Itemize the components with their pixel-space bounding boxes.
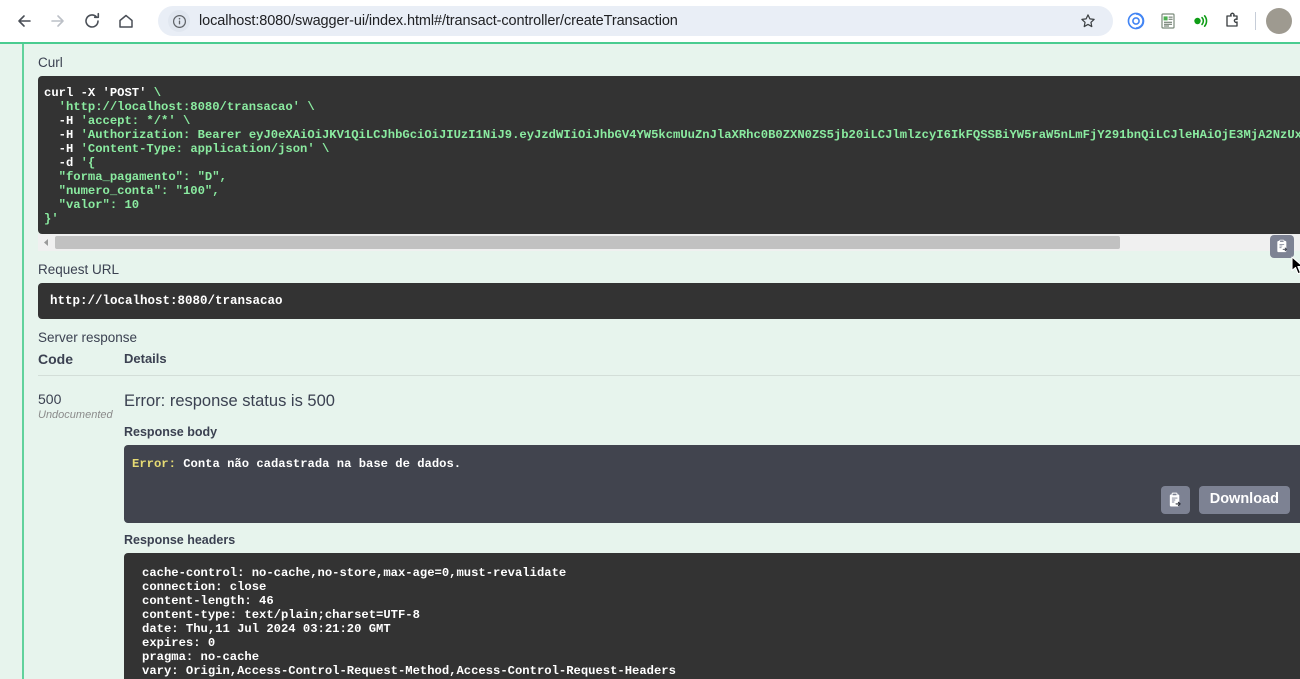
browser-toolbar: localhost:8080/swagger-ui/index.html#/tr… — [0, 0, 1300, 42]
avatar[interactable] — [1266, 8, 1292, 34]
response-body-text: Error: Conta não cadastrada na base de d… — [124, 457, 1300, 471]
forward-button[interactable] — [42, 5, 74, 37]
column-header-details: Details — [124, 351, 167, 366]
home-button[interactable] — [110, 5, 142, 37]
curl-horizontal-scrollbar[interactable] — [38, 234, 1300, 251]
error-message: Conta não cadastrada na base de dados. — [175, 457, 462, 471]
error-title: Error: response status is 500 — [124, 392, 335, 410]
scroll-left-arrow-icon[interactable] — [38, 234, 55, 251]
table-header-row: Code Details — [38, 351, 1300, 376]
status-code-cell: 500 Undocumented — [38, 391, 124, 679]
copy-to-clipboard-icon[interactable] — [1160, 486, 1190, 514]
status-badge: Undocumented — [38, 409, 113, 421]
address-bar-url[interactable]: localhost:8080/swagger-ui/index.html#/tr… — [199, 13, 1075, 29]
star-icon[interactable] — [1075, 8, 1101, 34]
request-url-value: http://localhost:8080/transacao — [38, 283, 1300, 319]
forward-arrow-icon — [48, 11, 68, 31]
curl-command-block: curl -X 'POST' \ 'http://localhost:8080/… — [38, 76, 1300, 258]
curl-line: curl -X 'POST' \ — [44, 86, 162, 100]
curl-line: -d '{ — [58, 156, 96, 170]
curl-label: Curl — [38, 55, 63, 70]
ext-icon-green-broadcast[interactable] — [1185, 6, 1215, 36]
address-bar[interactable]: localhost:8080/swagger-ui/index.html#/tr… — [158, 6, 1113, 36]
response-headers-label: Response headers — [124, 533, 236, 547]
ext-icon-puzzle[interactable] — [1217, 6, 1247, 36]
info-circle-icon[interactable] — [168, 10, 190, 32]
curl-line: -H 'Authorization: Bearer eyJ0eXAiOiJKV1… — [58, 128, 1300, 142]
ext-icon-blue-ring[interactable] — [1121, 6, 1151, 36]
back-arrow-icon — [14, 11, 34, 31]
request-url-label: Request URL — [38, 262, 120, 277]
server-response-table: Code Details 500 Undocumented Error: res… — [38, 351, 1300, 679]
table-row: 500 Undocumented Error: response status … — [38, 376, 1300, 679]
response-body-actions: Download — [1160, 486, 1290, 514]
ext-icon-document-list[interactable] — [1153, 6, 1183, 36]
response-details-cell: Error: response status is 500 Response b… — [124, 391, 1300, 679]
curl-line: -H 'accept: */*' \ — [58, 114, 191, 128]
copy-to-clipboard-icon[interactable] — [1270, 235, 1294, 258]
extension-icons — [1121, 6, 1292, 36]
operation-response-panel: Curl curl -X 'POST' \ 'http://localhost:… — [22, 44, 1300, 679]
scrollbar-thumb[interactable] — [55, 236, 1120, 249]
curl-line: -H 'Content-Type: application/json' \ — [58, 142, 330, 156]
curl-line: "valor": 10 — [58, 198, 140, 212]
swagger-ui-page: Curl curl -X 'POST' \ 'http://localhost:… — [0, 42, 1300, 679]
toolbar-divider — [1255, 12, 1256, 30]
column-header-code: Code — [38, 351, 73, 367]
download-button[interactable]: Download — [1198, 486, 1290, 514]
response-headers-text: cache-control: no-cache,no-store,max-age… — [124, 553, 1300, 679]
reload-icon — [82, 11, 102, 31]
back-button[interactable] — [8, 5, 40, 37]
error-keyword: Error: — [132, 457, 176, 471]
reload-button[interactable] — [76, 5, 108, 37]
curl-line: }' — [44, 212, 59, 226]
curl-line: "numero_conta": "100", — [58, 184, 220, 198]
curl-code: curl -X 'POST' \ 'http://localhost:8080/… — [38, 76, 1300, 234]
status-code: 500 — [38, 391, 62, 407]
server-response-label: Server response — [38, 330, 138, 345]
home-icon — [116, 11, 136, 31]
curl-line: 'http://localhost:8080/transacao' \ — [58, 100, 315, 114]
curl-line: "forma_pagamento": "D", — [58, 170, 227, 184]
response-body-box: Error: Conta não cadastrada na base de d… — [124, 445, 1300, 523]
response-body-label: Response body — [124, 425, 218, 439]
